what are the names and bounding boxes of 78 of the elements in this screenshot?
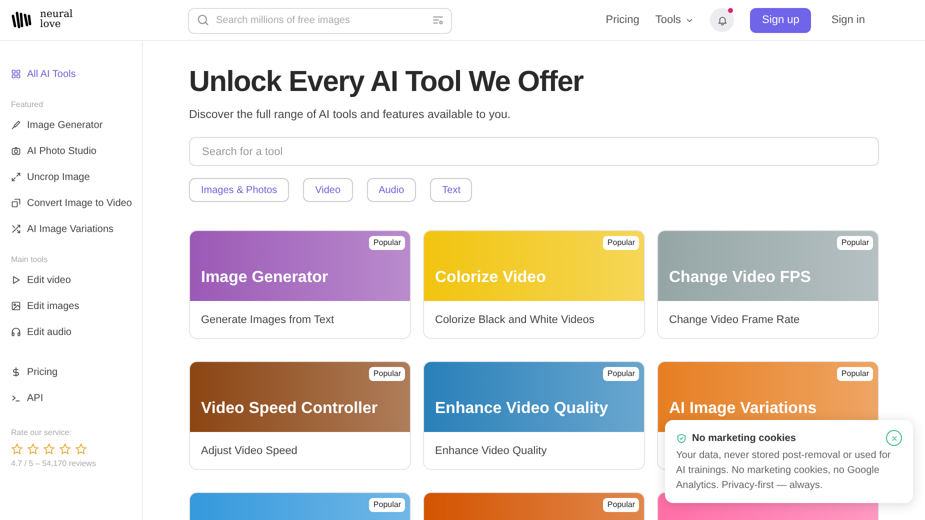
- filter-chip[interactable]: Text: [430, 178, 472, 202]
- grid-icon: [11, 69, 21, 79]
- sign-up-button[interactable]: Sign up: [750, 8, 812, 32]
- tool-card[interactable]: Popular: [189, 492, 411, 520]
- sidebar-item[interactable]: AI Image Variations: [11, 216, 142, 242]
- tool-card[interactable]: Popular Colorize Video Colorize Black and White Videos: [423, 230, 645, 340]
- play-icon: [11, 275, 21, 285]
- search-icon: [196, 13, 210, 27]
- dollar-icon: [11, 367, 21, 377]
- filter-icon: [432, 14, 444, 26]
- image-icon: [11, 301, 21, 311]
- shuffle-icon: [11, 224, 21, 234]
- card-title: Change Video FPS: [669, 268, 811, 288]
- card-title: Image Generator: [201, 268, 328, 288]
- expand-icon: [11, 172, 21, 182]
- tool-card[interactable]: Popular Image Generator Generate Images from Text: [189, 230, 411, 340]
- card-description: Enhance Video Quality: [434, 444, 548, 458]
- popular-badge: Popular: [603, 236, 639, 250]
- popular-badge: Popular: [603, 498, 639, 512]
- logo-text: neural love: [40, 10, 74, 30]
- headphones-icon: [11, 327, 21, 337]
- sidebar-item[interactable]: Pricing: [11, 359, 142, 385]
- sidebar-item[interactable]: All AI Tools: [11, 61, 142, 87]
- card-title: Colorize Video: [435, 268, 546, 288]
- card-description: Generate Images from Text: [200, 312, 336, 328]
- tool-search-field[interactable]: Search for a tool: [189, 137, 879, 166]
- rating-label: Rate our service:: [11, 427, 72, 439]
- page-subtitle: Discover the full range of AI tools and features available to you.: [189, 108, 512, 123]
- filter-chip[interactable]: Video: [303, 178, 353, 202]
- popular-badge: Popular: [369, 367, 405, 382]
- section-heading: Main tools: [11, 254, 48, 266]
- sidebar-item[interactable]: Edit video: [11, 267, 142, 293]
- shield-check-icon: [676, 432, 687, 444]
- brush-icon: [11, 120, 21, 130]
- tool-card[interactable]: Popular: [423, 492, 645, 520]
- tools-menu[interactable]: Tools: [655, 12, 694, 28]
- convert-icon: [11, 198, 21, 208]
- rating-summary: 4.7 / 5 – 54,170 reviews: [11, 458, 97, 470]
- tool-card[interactable]: Popular Enhance Video Quality Enhance Video Quality: [423, 361, 645, 470]
- tool-card[interactable]: Popular Video Speed Controller Adjust Video Speed: [189, 361, 411, 470]
- card-title: Video Speed Controller: [201, 399, 378, 420]
- star-icon: [75, 443, 87, 455]
- tool-card[interactable]: Popular Change Video FPS Change Video Frame Rate: [657, 230, 879, 340]
- sidebar-item[interactable]: Edit audio: [11, 319, 142, 345]
- card-description: Colorize Black and White Videos: [434, 312, 596, 328]
- sign-in-link[interactable]: Sign in: [831, 12, 865, 28]
- filter-chip[interactable]: Images & Photos: [189, 178, 290, 202]
- sidebar-item[interactable]: Convert Image to Video: [11, 190, 142, 216]
- card-title: AI Image Variations: [669, 399, 817, 420]
- popular-badge: Popular: [603, 367, 639, 382]
- popular-badge: Popular: [369, 236, 405, 250]
- sidebar-item[interactable]: Uncrop Image: [11, 164, 142, 190]
- popular-badge: Popular: [837, 236, 873, 250]
- close-icon: [890, 434, 898, 442]
- star-icon: [27, 443, 39, 455]
- card-description: Adjust Video Speed: [200, 444, 298, 458]
- star-icon: [59, 443, 71, 455]
- sidebar-item[interactable]: API: [11, 385, 142, 411]
- search-field[interactable]: Search millions of free images: [188, 8, 452, 34]
- cookie-title: No marketing cookies: [692, 432, 796, 446]
- popular-badge: Popular: [369, 498, 405, 512]
- terminal-icon: [11, 393, 21, 403]
- camera-icon: [11, 146, 21, 156]
- bell-icon: [716, 14, 728, 26]
- notifications-button[interactable]: [710, 8, 734, 32]
- sidebar-item[interactable]: AI Photo Studio: [11, 138, 142, 164]
- page-title: Unlock Every AI Tool We Offer: [189, 65, 584, 99]
- pricing-link[interactable]: Pricing: [606, 12, 640, 28]
- card-description: Change Video Frame Rate: [668, 312, 801, 328]
- star-icon: [11, 443, 23, 455]
- filter-chip[interactable]: Audio: [366, 178, 416, 202]
- close-button[interactable]: [886, 430, 902, 446]
- popular-badge: Popular: [837, 367, 873, 382]
- star-icon: [43, 443, 55, 455]
- sidebar-item[interactable]: Edit images: [11, 293, 142, 319]
- card-title: Enhance Video Quality: [435, 399, 608, 420]
- section-heading: Featured: [11, 99, 44, 111]
- sidebar-item[interactable]: Image Generator: [11, 112, 142, 138]
